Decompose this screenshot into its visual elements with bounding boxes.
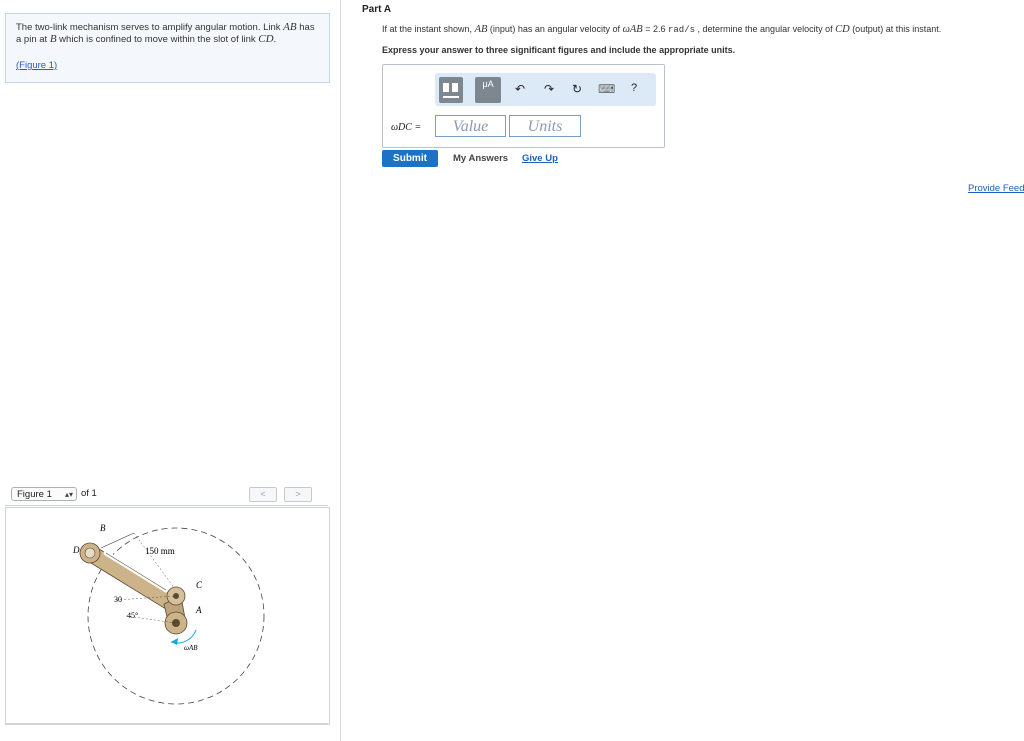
answer-box: μA ↶ ↷ ↻ ⌨ ? ωDC = Value Units [382,64,665,148]
keyboard-icon[interactable]: ⌨ [598,82,615,96]
templates-icon [443,83,459,98]
problem-text: The two-link mechanism serves to amplify… [16,21,322,45]
divider [5,723,328,724]
mechanism-diagram: B D C A 150 mm 30 45° ωAB [72,523,265,705]
question-units: rad/s [668,25,696,35]
dimension-label: 150 mm [145,546,175,556]
question-text-5: (output) at this instant. [849,24,942,34]
left-panel: The two-link mechanism serves to amplify… [0,0,341,741]
reset-icon[interactable]: ↻ [572,82,582,96]
angle-30-label: 30 [114,595,122,604]
question-cd-symbol: CD [835,24,850,35]
my-answers-link[interactable]: My Answers [453,153,508,164]
part-title: Part A [362,4,392,15]
provide-feedback-link[interactable]: Provide Feedback [968,183,1024,194]
label-c: C [196,580,203,590]
select-arrows-icon: ▴▾ [64,490,73,499]
units-button[interactable]: μA [475,77,501,103]
problem-text-1: The two-link mechanism serves to amplify… [16,22,284,33]
label-b: B [100,523,106,533]
figure-link[interactable]: (Figure 1) [16,60,57,71]
question-ab-symbol: AB [474,24,488,35]
link-cd-symbol: CD [258,32,274,45]
figure-select[interactable]: Figure 1 ▴▾ [11,487,77,501]
question-omega-symbol: ωAB [622,24,643,35]
instruction-text: Express your answer to three significant… [382,45,736,55]
next-figure-button[interactable]: > [284,487,312,502]
omega-arrow-head [171,638,178,645]
help-icon[interactable]: ? [631,82,637,94]
question-text-4: , determine the angular velocity of [695,24,836,34]
problem-text-3: which is confined to move within the slo… [56,33,259,45]
figure-select-value: Figure 1 [17,489,52,500]
problem-statement-box: The two-link mechanism serves to amplify… [5,13,330,83]
math-toolbar: μA ↶ ↷ ↻ ⌨ ? [435,73,656,106]
figure-navigation: Figure 1 ▴▾ of 1 < > [5,484,328,506]
link-ab [163,586,188,635]
templates-button[interactable] [439,77,463,103]
question-text-1: If at the instant shown, [382,24,475,34]
units-input[interactable]: Units [509,115,581,137]
question-value: = 2.6 [642,24,668,34]
question-text: If at the instant shown, AB (input) has … [382,24,1022,35]
pin-b-symbol: B [49,32,57,45]
dimension-line [100,532,135,549]
label-d: D [72,545,80,555]
value-input[interactable]: Value [435,115,506,137]
link-ab-symbol: AB [283,21,297,33]
omega-ab-label: ωAB [184,644,198,652]
undo-icon[interactable]: ↶ [515,82,525,96]
units-icon: μA [482,79,494,89]
prev-figure-button[interactable]: < [249,487,277,502]
variable-label: ωDC = [391,122,422,133]
figure-count: of 1 [81,488,97,499]
submit-button[interactable]: Submit [382,150,438,167]
redo-icon[interactable]: ↷ [544,82,554,96]
problem-text-4: . [273,33,277,45]
label-a: A [195,605,202,615]
angle-45-label: 45° [127,611,138,620]
question-text-2: (input) has an angular velocity of [487,24,623,34]
give-up-link[interactable]: Give Up [522,153,558,164]
figure-panel: B D C A 150 mm 30 45° ωAB [5,507,330,725]
